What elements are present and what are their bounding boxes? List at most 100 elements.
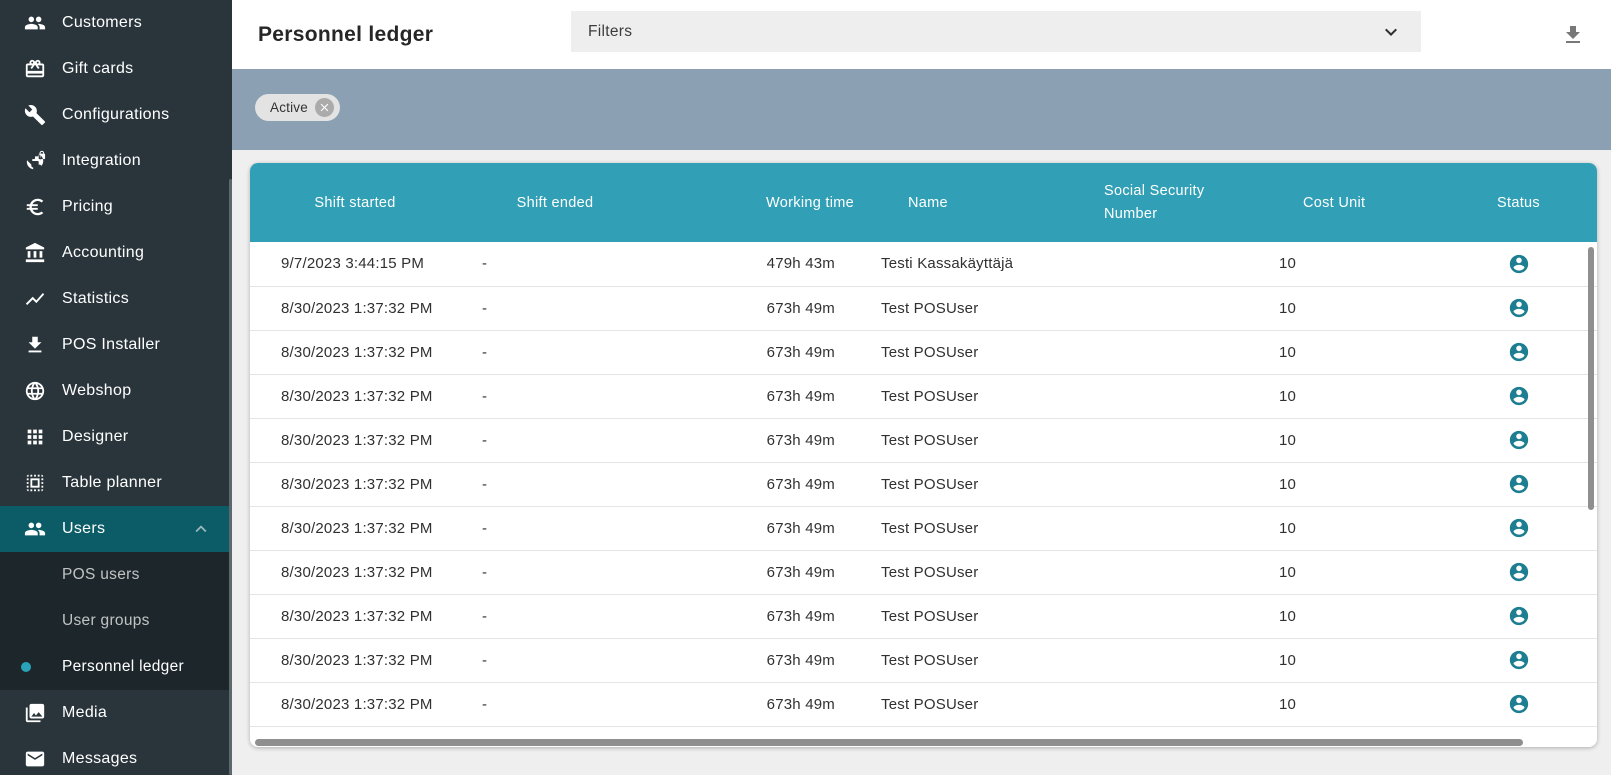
sidebar-item-customers[interactable]: Customers [0, 0, 232, 46]
cell-shift-started: 8/30/2023 1:37:32 PM [250, 286, 460, 330]
cell-ssn [1080, 462, 1262, 506]
cell-shift-started: 8/30/2023 1:37:32 PM [250, 374, 460, 418]
sidebar-item-label: Gift cards [62, 60, 133, 78]
cell-name: Test POSUser [860, 682, 1080, 726]
main-content: Personnel ledger Filters Active Shift st… [232, 0, 1611, 775]
table-row[interactable]: 8/30/2023 1:37:32 PM-673h 49mTest POSUse… [250, 286, 1597, 330]
globe-lock-icon [24, 150, 46, 172]
table-row[interactable]: 8/30/2023 1:37:32 PM-673h 49mTest POSUse… [250, 330, 1597, 374]
table-row[interactable]: 9/7/2023 3:44:15 PM-479h 43mTesti Kassak… [250, 242, 1597, 286]
table-row[interactable]: 8/30/2023 1:37:32 PM-673h 49mTest POSUse… [250, 682, 1597, 726]
sidebar-submenu-users: POS usersUser groupsPersonnel ledger [0, 552, 232, 690]
table-row[interactable]: 8/30/2023 1:37:32 PM-673h 49mTest POSUse… [250, 462, 1597, 506]
cell-name: Test POSUser [860, 506, 1080, 550]
column-header-social-security-number: Social Security Number [1080, 163, 1262, 242]
topbar: Personnel ledger Filters [232, 0, 1611, 69]
page-title: Personnel ledger [258, 23, 433, 47]
sidebar-item-designer[interactable]: Designer [0, 414, 232, 460]
sidebar-item-label: Media [62, 704, 107, 722]
user-status-icon[interactable] [1508, 385, 1530, 407]
table-row[interactable]: 8/30/2023 1:37:32 PM-673h 49mTest POSUse… [250, 550, 1597, 594]
user-status-icon[interactable] [1508, 297, 1530, 319]
sidebar-item-pos-installer[interactable]: POS Installer [0, 322, 232, 368]
filter-chip-label: Active [270, 100, 308, 115]
media-icon [24, 702, 46, 724]
cell-cost-unit: 10 [1262, 286, 1440, 330]
sidebar-subitem-pos-users[interactable]: POS users [0, 552, 232, 598]
sidebar-item-gift-cards[interactable]: Gift cards [0, 46, 232, 92]
sidebar-item-label: Integration [62, 152, 141, 170]
user-status-icon[interactable] [1508, 429, 1530, 451]
sidebar-item-media[interactable]: Media [0, 690, 232, 736]
cell-cost-unit: 10 [1262, 418, 1440, 462]
cell-shift-started: 8/30/2023 1:37:32 PM [250, 330, 460, 374]
cell-shift-ended: - [460, 682, 650, 726]
cell-status [1440, 550, 1597, 594]
user-status-icon[interactable] [1508, 517, 1530, 539]
cell-status [1440, 594, 1597, 638]
chevron-up-icon [190, 518, 212, 540]
sidebar-item-label: Customers [62, 14, 142, 32]
cell-shift-started: 8/30/2023 1:37:32 PM [250, 594, 460, 638]
cell-name: Test POSUser [860, 330, 1080, 374]
cell-cost-unit: 10 [1262, 638, 1440, 682]
chip-close-button[interactable] [315, 98, 334, 117]
table-horizontal-scrollbar-thumb[interactable] [255, 739, 1523, 746]
sidebar-item-integration[interactable]: Integration [0, 138, 232, 184]
gift-card-icon [24, 58, 46, 80]
cell-status [1440, 242, 1597, 286]
sidebar-item-users[interactable]: Users [0, 506, 232, 552]
filters-dropdown-label: Filters [588, 23, 632, 41]
table-vertical-scrollbar-thumb[interactable] [1588, 247, 1594, 510]
cell-ssn [1080, 506, 1262, 550]
user-status-icon[interactable] [1508, 605, 1530, 627]
cell-shift-ended: - [460, 330, 650, 374]
table-row[interactable]: 8/30/2023 1:37:32 PM-673h 49mTest POSUse… [250, 418, 1597, 462]
column-header-working-time: Working time [650, 163, 860, 242]
dashed-square-icon [24, 472, 46, 494]
sidebar-item-webshop[interactable]: Webshop [0, 368, 232, 414]
sidebar-item-configurations[interactable]: Configurations [0, 92, 232, 138]
filter-chip-band: Active [232, 69, 1611, 150]
cell-name: Test POSUser [860, 418, 1080, 462]
user-status-icon[interactable] [1508, 561, 1530, 583]
cell-ssn [1080, 550, 1262, 594]
people-icon [24, 12, 46, 34]
cell-ssn [1080, 638, 1262, 682]
sidebar-item-messages[interactable]: Messages [0, 736, 232, 775]
table-row[interactable]: 8/30/2023 1:37:32 PM-673h 49mTest POSUse… [250, 638, 1597, 682]
sidebar-item-label: POS Installer [62, 336, 160, 354]
user-status-icon[interactable] [1508, 253, 1530, 275]
cell-cost-unit: 10 [1262, 682, 1440, 726]
table-row[interactable]: 8/30/2023 1:37:32 PM-673h 49mTest POSUse… [250, 374, 1597, 418]
sidebar-subitem-user-groups[interactable]: User groups [0, 598, 232, 644]
sidebar-scrollbar-thumb[interactable] [229, 179, 232, 775]
table-row[interactable]: 8/30/2023 1:37:32 PM-673h 49mTest POSUse… [250, 506, 1597, 550]
cell-status [1440, 506, 1597, 550]
envelope-icon [24, 748, 46, 770]
filter-chip-active: Active [255, 94, 340, 121]
personnel-ledger-table-card: Shift started Shift ended Working time N… [250, 163, 1597, 747]
cell-status [1440, 638, 1597, 682]
cell-shift-started: 8/30/2023 1:37:32 PM [250, 638, 460, 682]
user-status-icon[interactable] [1508, 693, 1530, 715]
user-status-icon[interactable] [1508, 341, 1530, 363]
filters-dropdown[interactable]: Filters [571, 11, 1421, 52]
download-icon[interactable] [1561, 23, 1585, 47]
cell-ssn [1080, 682, 1262, 726]
cell-working-time: 673h 49m [650, 594, 860, 638]
cell-shift-ended: - [460, 242, 650, 286]
cell-name: Testi Kassakäyttäjä [860, 242, 1080, 286]
user-status-icon[interactable] [1508, 649, 1530, 671]
sidebar-item-pricing[interactable]: Pricing [0, 184, 232, 230]
sidebar-item-accounting[interactable]: Accounting [0, 230, 232, 276]
cell-cost-unit: 10 [1262, 242, 1440, 286]
sidebar-subitem-personnel-ledger[interactable]: Personnel ledger [0, 644, 232, 690]
table-row[interactable]: 8/30/2023 1:37:32 PM-673h 49mTest POSUse… [250, 594, 1597, 638]
user-status-icon[interactable] [1508, 473, 1530, 495]
cell-shift-ended: - [460, 462, 650, 506]
cell-status [1440, 462, 1597, 506]
sidebar-item-statistics[interactable]: Statistics [0, 276, 232, 322]
cell-working-time: 673h 49m [650, 506, 860, 550]
sidebar-item-table-planner[interactable]: Table planner [0, 460, 232, 506]
